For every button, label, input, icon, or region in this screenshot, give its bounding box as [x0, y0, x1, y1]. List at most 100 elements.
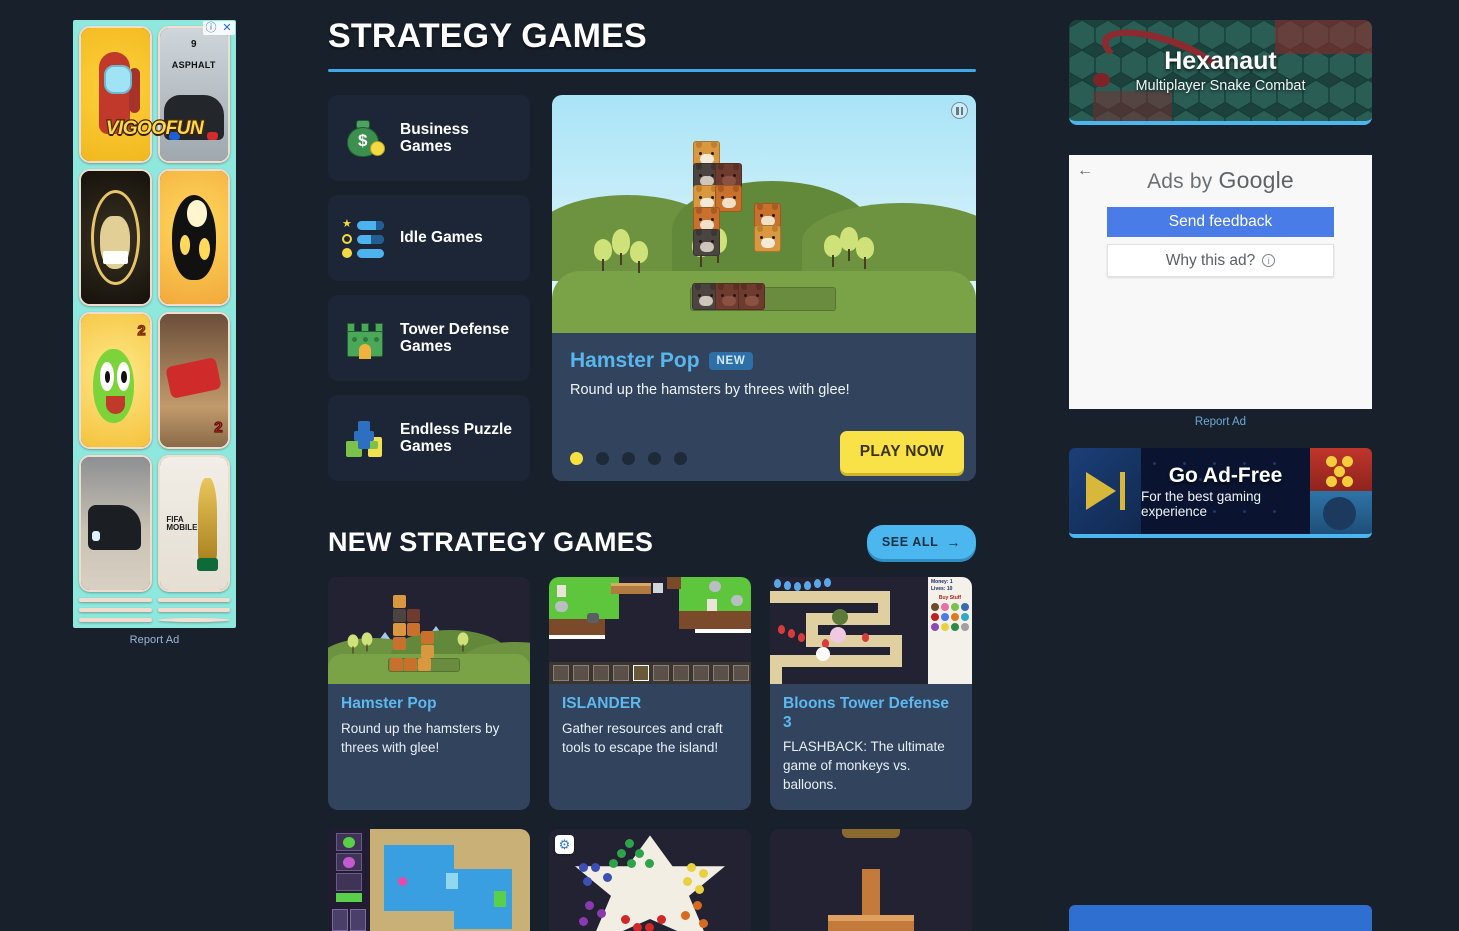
- game-card-pixel-rpg[interactable]: [328, 829, 530, 931]
- left-report-ad-link[interactable]: Report Ad: [73, 634, 236, 646]
- category-tower-defense-games[interactable]: Tower Defense Games: [328, 295, 530, 382]
- ad-tile-bendy[interactable]: [79, 169, 152, 306]
- main-content: STRATEGY GAMES $ Business Games ★ Idle G…: [328, 17, 976, 931]
- play-icon: [186, 620, 212, 622]
- play-icon: [1085, 472, 1116, 510]
- snake-head-icon: [1093, 72, 1111, 87]
- money-value: 1: [949, 579, 953, 586]
- left-ad-banner[interactable]: ⓘ ✕ 9 ASPHALT 2 2 FIFA MOBILE VIGOOFUN: [73, 20, 236, 628]
- category-idle-games[interactable]: ★ Idle Games: [328, 195, 530, 282]
- ads-by-prefix: Ads by: [1147, 170, 1219, 193]
- ad-tile-brawl-stars[interactable]: [157, 169, 230, 306]
- hex-red-zone: [1275, 20, 1372, 55]
- ad-free-play-area: [1069, 448, 1141, 534]
- ad-tile-fifa-mobile[interactable]: FIFA MOBILE: [157, 455, 230, 592]
- play-now-button[interactable]: PLAY NOW: [839, 431, 964, 474]
- section-title: NEW STRATEGY GAMES: [328, 526, 654, 557]
- minecraft-label: MINECRAFT: [81, 620, 150, 622]
- ad-tile-among-us[interactable]: [79, 26, 152, 163]
- ad-tile-squid-game[interactable]: [79, 608, 152, 612]
- checker-tile: [1310, 491, 1372, 534]
- dice-tile: [1310, 448, 1372, 491]
- category-business-games[interactable]: $ Business Games: [328, 95, 530, 182]
- featured-game-info: Hamster Pop NEW Round up the hamsters by …: [552, 333, 976, 481]
- hexanaut-subtitle: Multiplayer Snake Combat: [1135, 78, 1306, 94]
- ad-controls: ⓘ ✕: [203, 21, 235, 35]
- ad-tile-earn-to-die[interactable]: 2: [157, 312, 230, 449]
- category-label: Tower Defense Games: [400, 320, 510, 356]
- ad-tile-minecraft[interactable]: MINECRAFT: [79, 618, 152, 622]
- carousel-dot-5[interactable]: [674, 452, 687, 466]
- why-this-ad-label: Why this ad?: [1165, 251, 1256, 269]
- lives-label: Lives:: [931, 586, 946, 593]
- google-ad-panel: ← Ads by Google Send feedback Why this a…: [1069, 155, 1372, 409]
- new-games-section-header: NEW STRATEGY GAMES SEE ALL →: [328, 525, 976, 560]
- see-all-button[interactable]: SEE ALL →: [866, 525, 976, 560]
- bottom-banner[interactable]: [1069, 905, 1372, 931]
- see-all-label: SEE ALL: [881, 535, 939, 550]
- game-card-chinese-checkers[interactable]: ⚙: [549, 829, 751, 931]
- ad-free-art: [1310, 448, 1372, 534]
- carousel-dot-3[interactable]: [622, 452, 635, 466]
- featured-game-title[interactable]: Hamster Pop: [570, 349, 700, 373]
- asphalt-label: ASPHALT: [171, 59, 216, 70]
- game-card-hamster-pop[interactable]: Hamster Pop Round up the hamsters by thr…: [328, 577, 530, 811]
- castle-icon: [342, 315, 388, 361]
- close-icon[interactable]: ✕: [220, 21, 234, 35]
- ad-brand-logo: VIGOOFUN: [105, 117, 205, 140]
- bloons-hud-panel: Money: 1 Lives: 10 Buy Stuff: [928, 577, 972, 685]
- game-card-islander[interactable]: ISLANDER Gather resources and craft tool…: [549, 577, 751, 811]
- ad-tile-car-parking[interactable]: [79, 455, 152, 592]
- game-card-body: Hamster Pop Round up the hamsters by thr…: [328, 684, 530, 804]
- hamster-pop-thumb: [328, 577, 530, 685]
- new-badge: NEW: [708, 352, 754, 371]
- ad-tile-asphalt[interactable]: 9 ASPHALT: [157, 26, 230, 163]
- ads-by-google-heading: Ads by Google: [1083, 167, 1358, 194]
- why-this-ad-button[interactable]: Why this ad? i: [1107, 244, 1334, 277]
- ad-tile-grid: 9 ASPHALT 2 2 FIFA MOBILE: [79, 26, 230, 622]
- game-title: ISLANDER: [562, 695, 642, 713]
- go-ad-free-banner[interactable]: Go Ad-Free For the best gaming experienc…: [1069, 448, 1372, 538]
- info-icon[interactable]: ⓘ: [204, 21, 218, 35]
- new-games-grid: Hamster Pop Round up the hamsters by thr…: [328, 577, 976, 931]
- game-title: Hamster Pop: [341, 695, 437, 713]
- pixel-rpg-thumb: [328, 829, 530, 931]
- ad-free-subtitle: For the best gaming experience: [1141, 488, 1262, 519]
- asphalt-number: 9: [190, 38, 197, 50]
- game-card-bloons-td3[interactable]: Money: 1 Lives: 10 Buy Stuff Bloons Towe…: [770, 577, 972, 811]
- play-bar-icon: [1119, 472, 1125, 510]
- right-sidebar: Hexanaut Multiplayer Snake Combat ← Ads …: [1069, 20, 1372, 538]
- back-arrow-icon[interactable]: ←: [1077, 163, 1093, 179]
- carousel-dot-2[interactable]: [596, 452, 609, 466]
- ad-tile-gundam[interactable]: [157, 598, 230, 602]
- featured-game-card[interactable]: Hamster Pop NEW Round up the hamsters by …: [552, 95, 976, 482]
- game-card-wooden-gavel[interactable]: [770, 829, 972, 931]
- ad-tile-cut-the-rope[interactable]: 2: [79, 312, 152, 449]
- hexanaut-promo-banner[interactable]: Hexanaut Multiplayer Snake Combat: [1069, 20, 1372, 125]
- pause-icon[interactable]: [951, 102, 968, 120]
- progress-bars-icon: ★: [342, 215, 388, 261]
- ad-tile-fortnite[interactable]: FORTNITE: [79, 598, 152, 602]
- carousel-dot-4[interactable]: [648, 452, 661, 466]
- game-title: Bloons Tower Defense 3: [783, 695, 949, 731]
- hill-climb-badge: 2: [217, 608, 225, 610]
- ad-free-title: Go Ad-Free: [1168, 463, 1283, 487]
- lives-value: 10: [946, 586, 953, 593]
- game-card-body: ISLANDER Gather resources and craft tool…: [549, 684, 751, 804]
- hexanaut-title: Hexanaut: [1164, 47, 1277, 75]
- right-report-ad-link[interactable]: Report Ad: [1069, 416, 1372, 428]
- category-label: Endless Puzzle Games: [400, 420, 512, 456]
- ad-tile-hill-climb[interactable]: 2: [157, 608, 230, 612]
- ad-tile-play-button[interactable]: [157, 618, 230, 622]
- left-ad-column: ⓘ ✕ 9 ASPHALT 2 2 FIFA MOBILE VIGOOFUN R…: [73, 20, 236, 646]
- game-card-body: Bloons Tower Defense 3 FLASHBACK: The ul…: [770, 684, 972, 810]
- cut-rope-badge: 2: [137, 321, 146, 339]
- hero-row: $ Business Games ★ Idle Games Tower Defe…: [328, 95, 976, 482]
- category-endless-puzzle-games[interactable]: Endless Puzzle Games: [328, 395, 530, 482]
- info-icon: i: [1262, 254, 1276, 267]
- islander-thumb: [549, 577, 751, 685]
- gear-icon[interactable]: ⚙: [555, 835, 574, 855]
- google-wordmark: Google: [1218, 167, 1294, 193]
- send-feedback-button[interactable]: Send feedback: [1107, 207, 1334, 237]
- carousel-dot-1[interactable]: [570, 452, 583, 466]
